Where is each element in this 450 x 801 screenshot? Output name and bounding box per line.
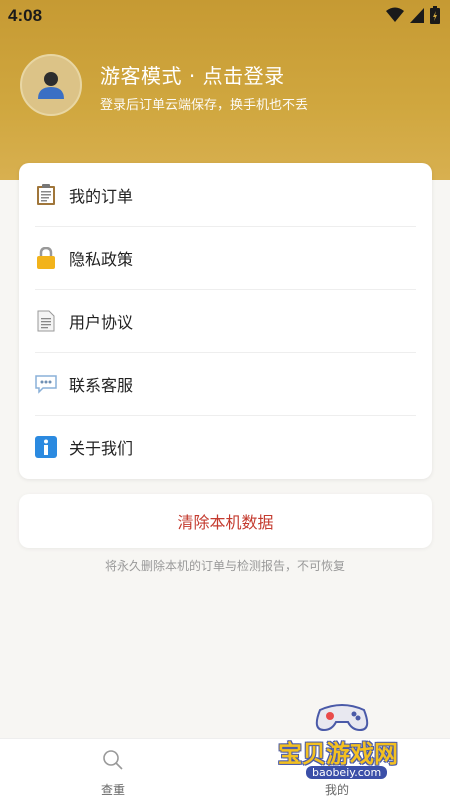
status-icons	[386, 6, 440, 24]
signal-icon	[410, 8, 424, 23]
profile-login[interactable]: 游客模式 · 点击登录 登录后订单云端保存，换手机也不丢	[20, 54, 440, 124]
watermark-url: baobeiy.com	[306, 766, 388, 779]
clipboard-icon	[35, 183, 57, 206]
menu-item-label: 关于我们	[69, 438, 134, 458]
nav-item-check[interactable]: 查重	[68, 749, 158, 798]
clear-data-warning: 将永久删除本机的订单与检测报告，不可恢复	[104, 559, 345, 573]
avatar[interactable]	[20, 54, 82, 116]
menu-item-about[interactable]: 关于我们	[19, 415, 432, 478]
watermark-logo: 宝贝游戏网 baobeiy.com	[270, 700, 440, 790]
gamepad-icon	[315, 704, 369, 732]
user-avatar-icon	[38, 72, 64, 99]
menu-item-label: 隐私政策	[69, 249, 134, 269]
profile-title[interactable]: 游客模式 · 点击登录	[100, 60, 285, 89]
menu-item-label: 联系客服	[69, 375, 134, 395]
menu-item-label: 我的订单	[69, 186, 134, 206]
status-bar: 4:08	[0, 0, 450, 32]
menu-item-agreement[interactable]: 用户协议	[19, 289, 432, 352]
search-icon	[103, 750, 123, 770]
battery-icon	[430, 6, 440, 24]
wifi-icon	[386, 7, 404, 22]
info-icon	[35, 435, 57, 458]
speech-bubble-icon	[35, 373, 57, 395]
menu-card: 我的订单 隐私政策 用户协议 联系客服 关于我们	[19, 163, 432, 479]
menu-item-support[interactable]: 联系客服	[19, 352, 432, 415]
menu-item-label: 用户协议	[69, 312, 134, 332]
watermark-text: 宝贝游戏网	[278, 740, 398, 768]
menu-item-privacy[interactable]: 隐私政策	[19, 226, 432, 289]
clear-data-label: 清除本机数据	[177, 513, 274, 532]
profile-subtitle: 登录后订单云端保存，换手机也不丢	[100, 98, 309, 113]
menu-item-orders[interactable]: 我的订单	[19, 163, 432, 226]
nav-label: 查重	[100, 783, 125, 797]
clear-data-button[interactable]: 清除本机数据	[19, 494, 432, 548]
status-time: 4:08	[8, 6, 43, 25]
lock-icon	[35, 246, 57, 269]
document-icon	[35, 310, 57, 332]
